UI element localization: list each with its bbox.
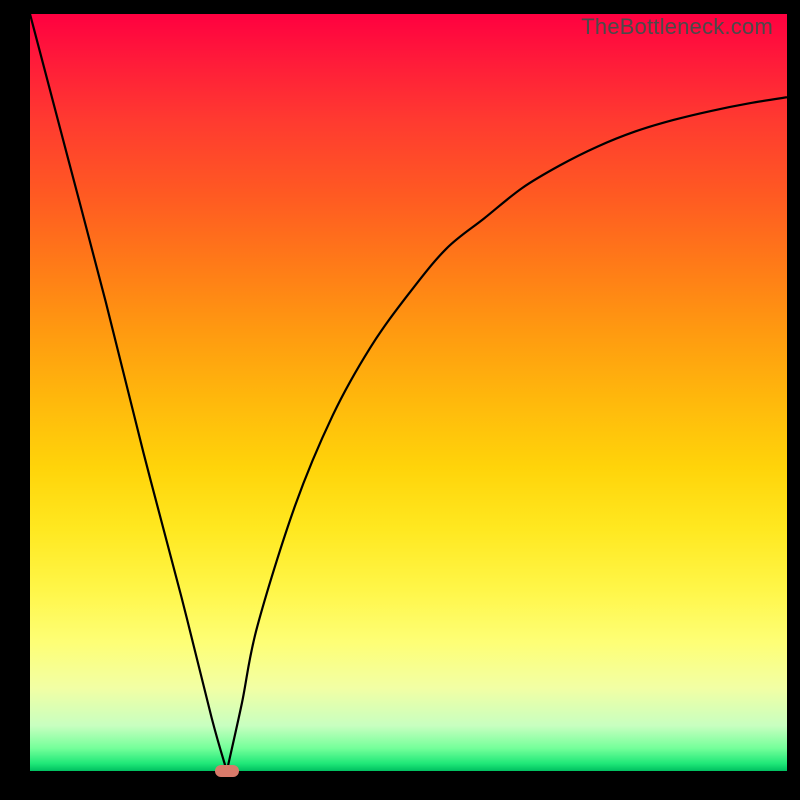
plot-area: TheBottleneck.com [30, 14, 787, 771]
bottleneck-curve [30, 14, 787, 771]
curve-path [30, 14, 787, 771]
minimum-marker [215, 765, 239, 777]
chart-frame: TheBottleneck.com [0, 0, 800, 800]
